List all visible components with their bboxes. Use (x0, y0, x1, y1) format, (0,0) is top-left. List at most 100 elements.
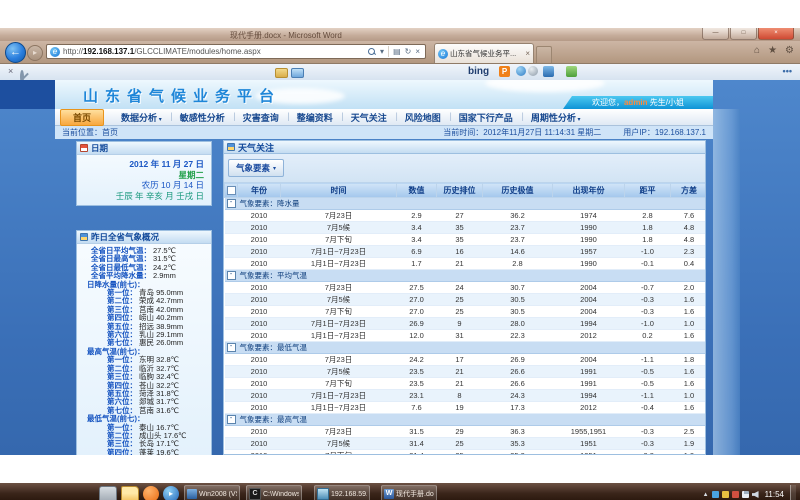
collapse-icon[interactable]: - (227, 343, 236, 352)
overflow-dots-icon[interactable]: ••• (783, 66, 792, 76)
explorer-folder-icon[interactable] (121, 486, 139, 500)
browser-tab[interactable]: e 山东省气候业务平... × (434, 43, 534, 63)
page-viewport: 山东省气候业务平台 欢迎您，admin 先生/小姐 首页 数据分析 ▾ 敏感性分… (0, 80, 800, 455)
home-icon[interactable]: ⌂ (754, 45, 760, 56)
col-extreme[interactable]: 历史极值 (483, 183, 553, 198)
site-banner: 山东省气候业务平台 欢迎您，admin 先生/小姐 (55, 80, 713, 109)
nav-item[interactable]: 天气关注 (342, 111, 396, 124)
close-button[interactable]: × (758, 28, 794, 40)
nav-item[interactable]: 周期性分析 ▾ (522, 111, 590, 124)
table-row[interactable]: 20107月下旬31.425 35.31951-0.31.9 (225, 450, 707, 456)
page-scroll-strip[interactable] (713, 109, 740, 455)
group-row-avg-temp[interactable]: - 气象要素：平均气温 (225, 270, 707, 282)
col-rank[interactable]: 历史排位 (437, 183, 483, 198)
network-icon[interactable] (742, 491, 749, 498)
taskbar-button-cmd[interactable]: C C:\Windows\s... (246, 485, 302, 500)
url-text: http://192.168.137.1/GLCCLIMATE/modules/… (63, 47, 366, 56)
nav-item[interactable]: 数据分析 ▾ (112, 111, 171, 124)
forward-button[interactable]: ▸ (27, 45, 43, 61)
table-row[interactable]: 20107月23日24.217 26.92004-1.11.8 (225, 354, 707, 366)
messenger-icon[interactable] (516, 66, 526, 76)
pinned-app-icon[interactable] (143, 486, 159, 500)
close-pane-icon[interactable]: × (8, 66, 13, 76)
table-row[interactable]: 20101月1日~7月23日1.721 2.81990-0.10.4 (225, 258, 707, 270)
tab-title: 山东省气候业务平... (450, 48, 523, 59)
show-desktop-button[interactable] (790, 485, 796, 500)
search-icon[interactable] (368, 48, 376, 56)
favorites-star-icon[interactable]: ★ (768, 45, 777, 56)
addon-icon[interactable] (566, 66, 577, 77)
search-dropdown-arrow[interactable]: ▾ (380, 47, 384, 56)
clock[interactable]: 11:54 (765, 490, 784, 499)
nav-item[interactable]: 风险地图 (396, 111, 450, 124)
system-tray: ▲ 11:54 (703, 483, 796, 500)
element-filter-button[interactable]: 气象要素▾ (228, 159, 284, 177)
group-row-max-temp[interactable]: - 气象要素：最高气温 (225, 414, 707, 426)
windows-taskbar: ▸ Win2008 (VS2... C C:\Windows\s... 192.… (0, 483, 800, 500)
nav-item[interactable]: 整编资料 (288, 111, 342, 124)
col-extreme-year[interactable]: 出现年份 (553, 183, 625, 198)
table-row[interactable]: 20107月5候27.025 30.52004-0.31.6 (225, 294, 707, 306)
nav-item[interactable]: 国家下行产品 (450, 111, 522, 124)
cards-icon[interactable] (275, 68, 288, 78)
compatibility-view-icon[interactable]: ▤ (393, 47, 401, 56)
date-panel-body: 2012 年 11 月 27 日 星期二 农历 10 月 14 日 壬辰 年 辛… (77, 155, 211, 201)
taskbar-button-vs[interactable]: Win2008 (VS2... (184, 485, 240, 500)
show-hidden-icons-arrow[interactable]: ▲ (703, 492, 709, 498)
weekday: 星期二 (77, 170, 204, 181)
bing-logo[interactable]: bing (468, 66, 489, 77)
collapse-icon[interactable]: - (227, 199, 236, 208)
nav-item[interactable]: 敏感性分析 (171, 111, 234, 124)
table-row[interactable]: 20107月1日~7月23日23.18 24.31994-1.11.0 (225, 390, 707, 402)
col-variance[interactable]: 方差 (671, 183, 707, 198)
table-row[interactable]: 20101月1日~7月23日7.619 17.32012-0.41.6 (225, 402, 707, 414)
back-button[interactable]: ← (5, 42, 26, 63)
table-row[interactable]: 20107月23日27.524 30.72004-0.72.0 (225, 282, 707, 294)
minimize-button[interactable]: — (702, 28, 729, 40)
table-row[interactable]: 20107月1日~7月23日6.916 14.61957-1.02.3 (225, 246, 707, 258)
mail-send-icon[interactable] (291, 68, 304, 78)
contact-icon[interactable] (528, 66, 538, 76)
media-player-icon[interactable]: ▸ (163, 486, 179, 500)
nav-item[interactable]: 首页 (60, 109, 104, 126)
volume-icon[interactable] (752, 491, 759, 498)
collapse-icon[interactable]: - (227, 415, 236, 424)
taskbar-button-remote[interactable]: 192.168.59.99... (314, 485, 370, 500)
tab-close-icon[interactable]: × (525, 49, 530, 58)
table-row[interactable]: 20107月下旬23.521 26.61991-0.51.6 (225, 378, 707, 390)
table-row[interactable]: 20107月下旬27.025 30.52004-0.31.6 (225, 306, 707, 318)
address-bar[interactable]: e http://192.168.137.1/GLCCLIMATE/module… (46, 44, 426, 59)
bing-badge-icon[interactable]: P (499, 66, 510, 77)
select-all-checkbox[interactable] (227, 186, 236, 195)
table-row[interactable]: 20107月5候31.425 35.31951-0.31.9 (225, 438, 707, 450)
taskbar-button-word[interactable]: W 现代手册.docx ... (381, 485, 437, 500)
settings-gear-icon[interactable]: ⚙ (785, 45, 794, 56)
tray-app-icon[interactable] (712, 491, 719, 498)
col-time[interactable]: 时间 (281, 183, 397, 198)
table-row[interactable]: 20107月5候23.521 26.61991-0.51.6 (225, 366, 707, 378)
table-row[interactable]: 20107月23日2.927 36.219742.87.6 (225, 210, 707, 222)
tray-app-icon[interactable] (722, 491, 729, 498)
action-center-flag-icon[interactable] (732, 491, 739, 498)
weather-overview-panel: 昨日全省气象概况 全省日平均气温：27.5℃ 全省日最高气温：31.5 (76, 230, 212, 455)
col-anomaly[interactable]: 距平 (625, 183, 671, 198)
pinned-window-icon[interactable] (99, 486, 117, 500)
table-row[interactable]: 20107月23日31.529 36.31955,1951-0.32.5 (225, 426, 707, 438)
table-row[interactable]: 20101月1日~7月23日12.031 22.320120.21.6 (225, 330, 707, 342)
table-row[interactable]: 20107月5候3.435 23.719901.84.8 (225, 222, 707, 234)
group-row-min-temp[interactable]: - 气象要素：最低气温 (225, 342, 707, 354)
share-icon[interactable] (543, 66, 554, 77)
new-tab-button[interactable] (536, 46, 552, 63)
stop-icon[interactable]: × (415, 47, 420, 56)
username: admin (624, 98, 648, 107)
table-row[interactable]: 20107月1日~7月23日26.99 28.01994-1.01.0 (225, 318, 707, 330)
collapse-icon[interactable]: - (227, 271, 236, 280)
nav-item[interactable]: 灾害查询 (234, 111, 288, 124)
col-value[interactable]: 数值 (397, 183, 437, 198)
col-year[interactable]: 年份 (238, 183, 281, 198)
table-row[interactable]: 20107月下旬3.435 23.719901.84.8 (225, 234, 707, 246)
group-row-precip[interactable]: - 气象要素：降水量 (225, 198, 707, 210)
refresh-icon[interactable]: ↻ (405, 47, 412, 56)
remote-desktop-icon (317, 488, 329, 500)
maximize-button[interactable]: □ (730, 28, 757, 40)
